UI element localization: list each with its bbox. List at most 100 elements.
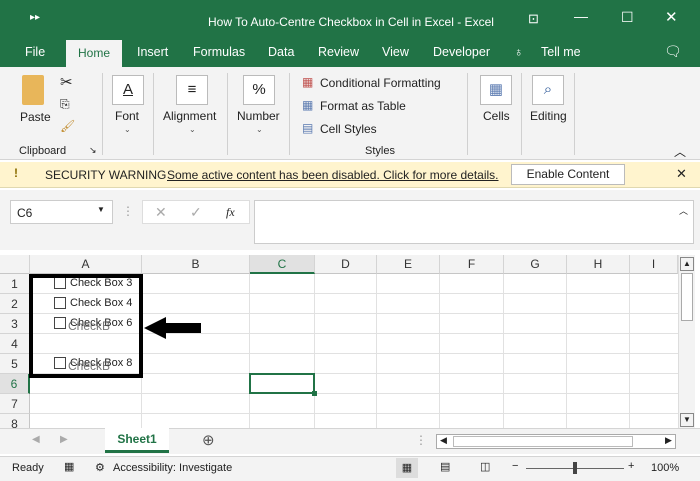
prev-sheet-icon[interactable]: ◀ <box>32 434 40 445</box>
formula-buttons: ✕ ✓ fx <box>142 200 250 224</box>
security-details-link[interactable]: Some active content has been disabled. C… <box>167 168 499 182</box>
accessibility-status[interactable]: Accessibility: Investigate <box>113 462 232 474</box>
highlight-box <box>29 274 143 378</box>
percent-icon[interactable]: % <box>243 75 275 105</box>
row-header-8[interactable]: 8 <box>0 414 30 428</box>
close-warning-button[interactable]: ✕ <box>676 166 687 182</box>
row-header-1[interactable]: 1 <box>0 274 30 294</box>
horizontal-scrollbar[interactable]: ◀ ▶ <box>436 434 676 449</box>
col-header-e[interactable]: E <box>377 255 440 274</box>
chevron-down-icon[interactable]: ▼ <box>97 205 105 214</box>
window-title: How To Auto-Centre Checkbox in Cell in E… <box>208 15 494 29</box>
row-header-5[interactable]: 5 <box>0 354 30 374</box>
scroll-thumb[interactable] <box>681 273 693 321</box>
col-header-f[interactable]: F <box>440 255 504 274</box>
paste-button[interactable]: Paste <box>20 110 51 124</box>
next-sheet-icon[interactable]: ▶ <box>60 434 68 445</box>
expand-formula-icon[interactable]: ︿ <box>679 204 688 217</box>
maximize-button[interactable]: ☐ <box>621 9 634 26</box>
row-header-3[interactable]: 3 <box>0 314 30 334</box>
close-button[interactable]: ✕ <box>665 8 678 26</box>
worksheet-grid[interactable]: A B C D E F G H I 1 2 3 4 5 6 7 8 Check … <box>0 255 678 428</box>
tab-home[interactable]: Home <box>66 40 122 67</box>
format-as-table-button[interactable]: Format as Table <box>320 99 406 113</box>
cells-icon[interactable]: ▦ <box>480 75 512 105</box>
col-header-h[interactable]: H <box>567 255 630 274</box>
zoom-slider-thumb[interactable] <box>573 462 577 474</box>
col-header-b[interactable]: B <box>142 255 250 274</box>
conditional-formatting-icon: ▦ <box>302 75 314 89</box>
tab-insert[interactable]: Insert <box>137 45 168 59</box>
alignment-button[interactable]: Alignment <box>163 109 216 123</box>
col-header-g[interactable]: G <box>504 255 567 274</box>
scroll-up-button[interactable]: ▲ <box>680 257 694 271</box>
cell-styles-icon: ▤ <box>302 121 314 135</box>
ribbon: Paste ✂ ⎘ 🖌 Clipboard ↘ A Font ⌄ ≡ Align… <box>0 67 700 160</box>
row-header-7[interactable]: 7 <box>0 394 30 414</box>
clipboard-group-label: Clipboard <box>19 145 67 157</box>
cancel-icon[interactable]: ✕ <box>155 204 167 221</box>
normal-view-icon[interactable]: ▦ <box>396 458 418 478</box>
format-painter-icon[interactable]: 🖌 <box>60 119 75 133</box>
tab-developer[interactable]: Developer <box>433 45 490 59</box>
copy-icon[interactable]: ⎘ <box>60 97 70 112</box>
font-button[interactable]: Font <box>115 109 139 123</box>
scroll-left-button[interactable]: ◀ <box>440 435 447 446</box>
paste-icon[interactable] <box>22 75 44 105</box>
page-break-icon[interactable]: ◫ <box>480 460 490 473</box>
enter-icon[interactable]: ✓ <box>190 204 202 221</box>
editing-button[interactable]: Editing <box>530 109 567 123</box>
select-all[interactable] <box>0 255 30 274</box>
scroll-thumb[interactable] <box>453 436 633 447</box>
cell-styles-button[interactable]: Cell Styles <box>320 122 377 136</box>
zoom-in-button[interactable]: + <box>628 460 634 472</box>
tab-file[interactable]: File <box>25 45 45 59</box>
enable-content-button[interactable]: Enable Content <box>511 164 625 185</box>
conditional-formatting-button[interactable]: Conditional Formatting <box>320 76 441 90</box>
row-header-6[interactable]: 6 <box>0 374 30 394</box>
dialog-launcher-icon[interactable]: ↘ <box>89 145 97 156</box>
number-button[interactable]: Number <box>237 109 280 123</box>
tab-data[interactable]: Data <box>268 45 294 59</box>
add-sheet-button[interactable]: ⊕ <box>202 431 215 449</box>
warning-icon: ! <box>14 166 18 180</box>
formula-input[interactable] <box>254 200 694 244</box>
insert-function-button[interactable]: fx <box>226 205 235 220</box>
minimize-button[interactable]: — <box>574 8 588 24</box>
sheet-tab-sheet1[interactable]: Sheet1 <box>105 428 169 453</box>
cells-button[interactable]: Cells <box>483 109 510 123</box>
col-header-a[interactable]: A <box>30 255 142 274</box>
vertical-scrollbar[interactable]: ▲ ▼ <box>678 255 695 428</box>
scroll-down-button[interactable]: ▼ <box>680 413 694 427</box>
lightbulb-icon: ♁ <box>514 45 524 59</box>
col-header-i[interactable]: I <box>630 255 678 274</box>
ready-status: Ready <box>12 462 44 474</box>
scroll-right-button[interactable]: ▶ <box>665 435 672 446</box>
tab-review[interactable]: Review <box>318 45 359 59</box>
security-label: SECURITY WARNING <box>45 168 167 182</box>
tab-view[interactable]: View <box>382 45 409 59</box>
row-header-2[interactable]: 2 <box>0 294 30 314</box>
row-header-4[interactable]: 4 <box>0 334 30 354</box>
ribbon-display-icon[interactable]: ⊡ <box>528 11 539 27</box>
search-icon[interactable]: ⌕ <box>532 75 564 105</box>
tab-formulas[interactable]: Formulas <box>193 45 245 59</box>
page-layout-icon[interactable]: ▤ <box>440 460 450 473</box>
macro-record-icon[interactable]: ▦ <box>64 460 74 473</box>
comments-icon[interactable]: 🗨 <box>664 43 682 60</box>
zoom-level[interactable]: 100% <box>651 462 679 474</box>
font-icon[interactable]: A <box>112 75 144 105</box>
zoom-out-button[interactable]: − <box>512 460 518 472</box>
col-header-d[interactable]: D <box>315 255 377 274</box>
alignment-icon[interactable]: ≡ <box>176 75 208 105</box>
collapse-ribbon-icon[interactable]: ︿ <box>674 143 686 160</box>
fill-handle[interactable] <box>312 391 317 396</box>
col-header-c[interactable]: C <box>250 255 315 274</box>
divider-dots: ⋮ <box>415 433 427 447</box>
arrow-icon <box>144 317 201 339</box>
quick-access-icon[interactable]: ▸▸ <box>30 12 40 23</box>
cut-icon[interactable]: ✂ <box>60 73 73 91</box>
status-bar: Ready ▦ ⚙ Accessibility: Investigate ▦ ▤… <box>0 456 700 481</box>
tell-me[interactable]: Tell me <box>541 45 581 59</box>
selected-cell-c6[interactable] <box>249 373 315 394</box>
